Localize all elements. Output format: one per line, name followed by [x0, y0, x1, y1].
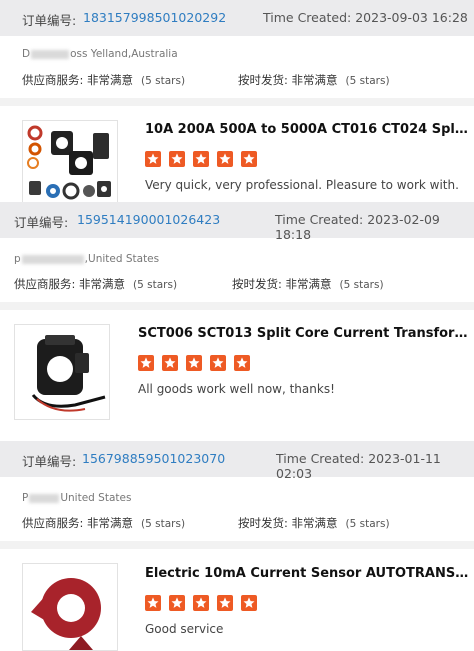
- star-icon: [138, 355, 154, 371]
- star-icon: [162, 355, 179, 371]
- supplier-service-label: 供应商服务: 非常满意: [14, 277, 126, 291]
- supplier-service-label: 供应商服务: 非常满意: [22, 516, 134, 530]
- supplier-service-rating: 供应商服务: 非常满意 (5 stars): [22, 515, 185, 531]
- supplier-service-rating: 供应商服务: 非常满意 (5 stars): [14, 276, 177, 292]
- shipping-rating: 按时发货: 非常满意 (5 stars): [238, 515, 390, 531]
- star-icon: [186, 355, 203, 371]
- star-icon: [217, 151, 234, 167]
- order-number-link[interactable]: 156798859501023070: [82, 451, 225, 466]
- star-icon: [234, 355, 251, 371]
- star-icon: [145, 151, 161, 167]
- star-icon: [210, 355, 227, 371]
- star-icon: [217, 595, 234, 611]
- product-title-link[interactable]: Electric 10mA Current Sensor AUTOTRANSFO…: [145, 566, 470, 581]
- order-number-label: 订单编号:: [22, 454, 77, 469]
- split-core-ct-black-icon: [31, 335, 106, 412]
- review-stars: [138, 355, 253, 371]
- shipping-label: 按时发货: 非常满意: [232, 277, 332, 291]
- buyer-info: P United States: [22, 492, 131, 504]
- star-icon: [193, 595, 210, 611]
- shipping-rating: 按时发货: 非常满意 (5 stars): [238, 72, 390, 88]
- supplier-service-count: (5 stars): [133, 279, 178, 291]
- product-title-link[interactable]: SCT006 SCT013 Split Core Current Transfo…: [138, 326, 468, 341]
- buyer-location: ,United States: [84, 253, 160, 265]
- star-icon: [145, 595, 161, 611]
- review-text: Very quick, very professional. Pleasure …: [145, 178, 459, 192]
- star-icon: [241, 595, 258, 611]
- order-header: 订单编号: 159514190001026423 Time Created: 2…: [0, 202, 474, 242]
- supplier-service-label: 供应商服务: 非常满意: [22, 73, 134, 87]
- clamp-ct-assortment-icon: [27, 125, 111, 200]
- order-header: 订单编号: 183157998501020292 Time Created: 2…: [0, 0, 474, 36]
- supplier-service-rating: 供应商服务: 非常满意 (5 stars): [22, 72, 185, 88]
- time-created: Time Created: 2023-01-11 02:03: [276, 451, 441, 481]
- buyer-name-prefix: P: [22, 492, 29, 504]
- shipping-count: (5 stars): [345, 75, 390, 87]
- star-icon: [169, 151, 186, 167]
- order-number-label: 订单编号:: [22, 13, 77, 28]
- product-title-link[interactable]: 10A 200A 500A to 5000A CT016 CT024 Split…: [145, 122, 470, 137]
- order-number-label: 订单编号:: [14, 215, 69, 230]
- review-text: All goods work well now, thanks!: [138, 382, 335, 396]
- order-number-link[interactable]: 159514190001026423: [77, 212, 220, 227]
- star-icon: [193, 151, 210, 167]
- product-thumbnail[interactable]: [22, 563, 118, 651]
- shipping-label: 按时发货: 非常满意: [238, 73, 338, 87]
- buyer-name-prefix: p: [14, 253, 21, 265]
- buyer-info: Doss Yelland,Australia: [22, 48, 178, 60]
- review-text: Good service: [145, 622, 224, 636]
- product-thumbnail[interactable]: [14, 324, 110, 420]
- shipping-rating: 按时发货: 非常满意 (5 stars): [232, 276, 384, 292]
- buyer-name-prefix: D: [22, 48, 31, 60]
- shipping-count: (5 stars): [345, 518, 390, 530]
- shipping-count: (5 stars): [339, 279, 384, 291]
- supplier-service-count: (5 stars): [141, 75, 186, 87]
- order-header: 订单编号: 156798859501023070 Time Created: 2…: [0, 441, 474, 481]
- star-icon: [241, 151, 258, 167]
- redacted-name: [31, 49, 70, 59]
- redacted-name: [29, 493, 60, 503]
- section-divider: [0, 98, 474, 106]
- order-number-link[interactable]: 183157998501020292: [83, 10, 226, 25]
- redacted-name: [21, 254, 84, 264]
- review-stars: [145, 595, 260, 611]
- buyer-location: United States: [60, 492, 132, 504]
- supplier-service-count: (5 stars): [141, 518, 186, 530]
- red-ring-current-sensor-icon: [31, 578, 101, 650]
- buyer-info: p ,United States: [14, 253, 159, 265]
- review-stars: [145, 151, 260, 167]
- buyer-location: oss Yelland,Australia: [70, 48, 178, 60]
- time-created: Time Created: 2023-09-03 16:28: [263, 10, 468, 25]
- section-divider: [0, 541, 474, 549]
- star-icon: [169, 595, 186, 611]
- time-created: Time Created: 2023-02-09 18:18: [275, 212, 440, 242]
- shipping-label: 按时发货: 非常满意: [238, 516, 338, 530]
- section-divider: [0, 302, 474, 310]
